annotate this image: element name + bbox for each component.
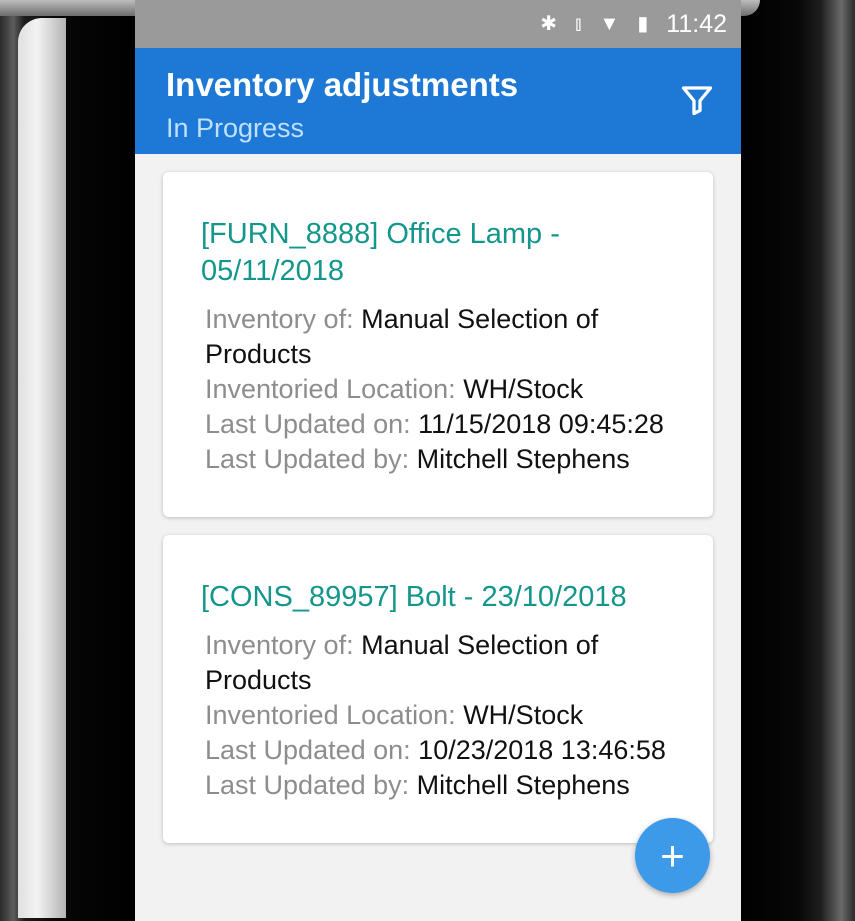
phone-bezel-left <box>0 0 135 921</box>
app-bar: Inventory adjustments In Progress <box>135 48 741 154</box>
updated-by-value: Mitchell Stephens <box>416 770 630 800</box>
updated-on-row: Last Updated on: 10/23/2018 13:46:58 <box>205 733 695 768</box>
wifi-icon: ▼ <box>599 13 620 35</box>
phone-screen: ✱ ⫾ ▼ ▮ 11:42 Inventory adjustments In P… <box>135 0 741 921</box>
item-title: [CONS_89957] Bolt - 23/10/2018 <box>201 581 627 613</box>
updated-on-value: 10/23/2018 13:46:58 <box>418 735 666 765</box>
inventory-of-label: Inventory of: <box>205 630 354 660</box>
inventory-of-row: Inventory of: Manual Selection of Produc… <box>205 302 695 372</box>
updated-on-label: Last Updated on: <box>205 409 411 439</box>
location-value: WH/Stock <box>463 700 584 730</box>
list-item[interactable]: [CONS_89957] Bolt - 23/10/2018 Inventory… <box>163 535 713 843</box>
page-title: Inventory adjustments <box>166 66 519 103</box>
updated-by-row: Last Updated by: Mitchell Stephens <box>205 442 695 477</box>
updated-on-label: Last Updated on: <box>205 735 411 765</box>
updated-by-label: Last Updated by: <box>205 770 410 800</box>
phone-bezel-right <box>741 0 855 921</box>
location-row: Inventoried Location: WH/Stock <box>205 698 695 733</box>
updated-by-label: Last Updated by: <box>205 444 410 474</box>
page-subtitle: In Progress <box>166 113 305 143</box>
updated-on-value: 11/15/2018 09:45:28 <box>418 409 664 439</box>
location-row: Inventoried Location: WH/Stock <box>205 372 695 407</box>
filter-icon[interactable] <box>679 82 715 118</box>
updated-by-row: Last Updated by: Mitchell Stephens <box>205 768 695 803</box>
status-time: 11:42 <box>666 9 727 38</box>
inventory-of-row: Inventory of: Manual Selection of Produc… <box>205 628 695 698</box>
location-label: Inventoried Location: <box>205 700 456 730</box>
plus-icon: + <box>660 831 685 879</box>
vibrate-icon: ⫾ <box>575 13 582 35</box>
updated-on-row: Last Updated on: 11/15/2018 09:45:28 <box>205 407 695 442</box>
list-item[interactable]: [FURN_8888] Office Lamp - 05/11/2018 Inv… <box>163 172 713 517</box>
location-value: WH/Stock <box>463 374 584 404</box>
updated-by-value: Mitchell Stephens <box>416 444 630 474</box>
battery-icon: ▮ <box>637 13 649 35</box>
location-label: Inventoried Location: <box>205 374 456 404</box>
phone-device: ✱ ⫾ ▼ ▮ 11:42 Inventory adjustments In P… <box>0 0 855 921</box>
add-button[interactable]: + <box>635 818 710 893</box>
status-bar: ✱ ⫾ ▼ ▮ 11:42 <box>135 0 741 48</box>
bluetooth-icon: ✱ <box>540 13 558 35</box>
adjustment-list: [FURN_8888] Office Lamp - 05/11/2018 Inv… <box>135 154 741 843</box>
inventory-of-label: Inventory of: <box>205 304 354 334</box>
item-title: [FURN_8888] Office Lamp - 05/11/2018 <box>201 218 560 287</box>
